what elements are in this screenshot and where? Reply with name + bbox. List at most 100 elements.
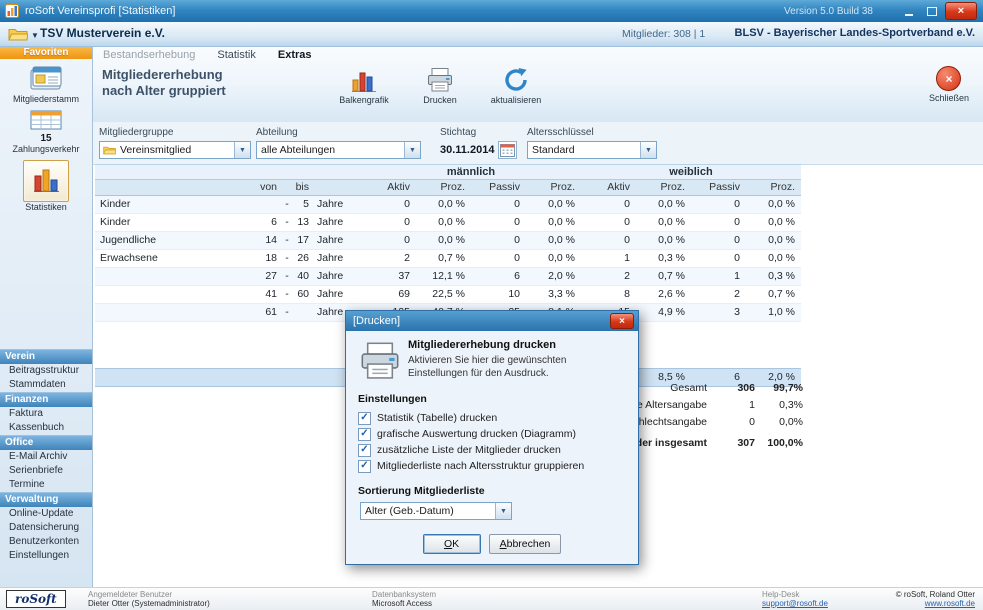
cell-value: 12,1 % xyxy=(416,268,471,285)
cell-value: 0 xyxy=(691,214,746,231)
footer: roSoft Angemeldeter Benutzer Dieter Otte… xyxy=(0,587,983,610)
table-row[interactable]: Kinder-5Jahre00,0 %00,0 %00,0 %00,0 % xyxy=(95,196,801,214)
sidebar-section-finanzen: Finanzen xyxy=(0,392,92,407)
toolbar-button-label: Balkengrafik xyxy=(339,95,389,105)
sidebar-item-online-update[interactable]: Online-Update xyxy=(0,507,92,521)
club-folder-dropdown[interactable]: ▼ xyxy=(8,27,39,44)
cell-group: Jugendliche xyxy=(95,232,255,249)
cancel-button[interactable]: Abbrechen xyxy=(489,534,562,554)
abteilung-dropdown[interactable]: alle Abteilungen ▼ xyxy=(256,141,421,159)
checkbox-label: Mitgliederliste nach Altersstruktur grup… xyxy=(377,460,584,472)
cell-value: 0,7 % xyxy=(636,268,691,285)
rosoft-logo: roSoft xyxy=(6,590,66,608)
cell-value: 4,9 % xyxy=(636,304,691,321)
sidebar-item-faktura[interactable]: Faktura xyxy=(0,407,92,421)
cell-unit: Jahre xyxy=(315,250,361,267)
bar-chart-icon xyxy=(350,66,378,93)
cell-bis: 17 xyxy=(291,232,315,249)
footer-user-value: Dieter Otter (Systemadministrator) xyxy=(88,599,210,608)
sidebar-item-einstellungen[interactable]: Einstellungen xyxy=(0,549,92,563)
sidebar-item-e-mail-archiv[interactable]: E-Mail Archiv xyxy=(0,450,92,464)
window-close-button[interactable]: × xyxy=(945,2,977,20)
checkbox-icon[interactable]: ✓ xyxy=(358,428,371,441)
summary-value: 307 xyxy=(707,435,755,452)
cell-value: 0,3 % xyxy=(746,268,801,285)
filter-stichtag: Stichtag 30.11.2014 xyxy=(440,127,526,159)
cell-von: 18 xyxy=(255,250,283,267)
sidebar-item-zahlungsverkehr[interactable]: 15Zahlungsverkehr xyxy=(0,110,92,160)
page-title-line2: nach Alter gruppiert xyxy=(102,83,226,99)
toolbar-button-balkengrafik[interactable]: Balkengrafik xyxy=(333,66,395,105)
table-row[interactable]: 27-40Jahre3712,1 %62,0 %20,7 %10,3 % xyxy=(95,268,801,286)
menu-statistik[interactable]: Statistik xyxy=(217,49,256,61)
cell-value: 0 xyxy=(471,232,526,249)
toolbar-button-aktualisieren[interactable]: aktualisieren xyxy=(485,66,547,105)
cell-value: 0 xyxy=(581,232,636,249)
cell-value: 0,0 % xyxy=(416,232,471,249)
table-row[interactable]: 41-60Jahre6922,5 %103,3 %82,6 %20,7 % xyxy=(95,286,801,304)
checkbox-grafische-auswertung-drucken-diagramm[interactable]: ✓grafische Auswertung drucken (Diagramm) xyxy=(358,426,626,442)
menu-extras[interactable]: Extras xyxy=(278,49,312,61)
sort-dropdown[interactable]: Alter (Geb.-Datum) ▼ xyxy=(360,502,512,520)
cell-value: 0 xyxy=(471,196,526,213)
checkbox-mitgliederliste-nach-altersstruktur-gruppieren[interactable]: ✓ Mitgliederliste nach Altersstruktur gru… xyxy=(358,458,626,474)
close-view-button[interactable]: × Schließen xyxy=(929,66,969,103)
cell-value: 0 xyxy=(691,196,746,213)
cell-group xyxy=(95,286,255,303)
checkbox-zusaetzliche-liste-der-mitglieder-drucken[interactable]: ✓zusätzliche Liste der Mitglieder drucke… xyxy=(358,442,626,458)
dialog-body: Mitgliedererhebung drucken Aktivieren Si… xyxy=(346,331,638,564)
ok-button[interactable]: OK xyxy=(423,534,481,554)
cell-bis: 5 xyxy=(291,196,315,213)
dialog-heading: Mitgliedererhebung drucken xyxy=(408,339,628,351)
cell-unit: Jahre xyxy=(315,214,361,231)
mitgliedergruppe-dropdown[interactable]: Vereinsmitglied ▼ xyxy=(99,141,251,159)
maximize-button[interactable] xyxy=(922,4,942,19)
sidebar-item-datensicherung[interactable]: Datensicherung xyxy=(0,521,92,535)
chevron-down-icon[interactable]: ▼ xyxy=(404,142,420,158)
count-badge: 15 xyxy=(0,133,92,144)
sidebar-item-benutzerkonten[interactable]: Benutzerkonten xyxy=(0,535,92,549)
cell-value: 0,0 % xyxy=(416,214,471,231)
appbar: ▼ TSV Musterverein e.V. Mitglieder: 308 … xyxy=(0,22,983,47)
cell-bis: 40 xyxy=(291,268,315,285)
sidebar-item-termine[interactable]: Termine xyxy=(0,478,92,492)
printer-icon xyxy=(426,66,454,93)
checkbox-icon[interactable]: ✓ xyxy=(358,444,371,457)
chevron-down-icon[interactable]: ▼ xyxy=(234,142,250,158)
sidebar-item-kassenbuch[interactable]: Kassenbuch xyxy=(0,421,92,435)
cell-unit: Jahre xyxy=(315,286,361,303)
page-title: Mitgliedererhebung nach Alter gruppiert xyxy=(102,67,226,99)
cell-von: 6 xyxy=(255,214,283,231)
table-row[interactable]: Jugendliche14-17Jahre00,0 %00,0 %00,0 %0… xyxy=(95,232,801,250)
chevron-down-icon[interactable]: ▼ xyxy=(640,142,656,158)
altersschluessel-dropdown[interactable]: Standard ▼ xyxy=(527,141,657,159)
calendar-icon[interactable] xyxy=(498,141,517,159)
menu-bestandserhebung[interactable]: Bestandserhebung xyxy=(103,49,195,61)
support-email-link[interactable]: support@rosoft.de xyxy=(762,599,828,608)
sidebar-item-mitgliederstamm[interactable]: Mitgliederstamm xyxy=(0,64,92,110)
col-header: Proz. xyxy=(636,180,691,195)
footer-user-label: Angemeldeter Benutzer xyxy=(88,590,210,599)
sidebar-item-serienbriefe[interactable]: Serienbriefe xyxy=(0,464,92,478)
col-bis: bis xyxy=(291,180,315,195)
sidebar-item-statistiken[interactable]: Statistiken xyxy=(0,160,92,216)
table-row[interactable]: Kinder6-13Jahre00,0 %00,0 %00,0 %00,0 % xyxy=(95,214,801,232)
cell-value: 3,3 % xyxy=(526,286,581,303)
sidebar-item-beitragsstruktur[interactable]: Beitragsstruktur xyxy=(0,364,92,378)
toolbar-button-drucken[interactable]: Drucken xyxy=(409,66,471,105)
summary-percent: 100,0% xyxy=(755,435,803,452)
checkbox-icon[interactable]: ✓ xyxy=(358,460,371,473)
cell-value: 2 xyxy=(581,268,636,285)
cell-value: 1 xyxy=(581,250,636,267)
checkbox-statistik-tabelle-drucken[interactable]: ✓Statistik (Tabelle) drucken xyxy=(358,410,626,426)
dialog-close-button[interactable]: × xyxy=(610,313,634,329)
minimize-button[interactable] xyxy=(899,4,919,19)
checkbox-icon[interactable]: ✓ xyxy=(358,412,371,425)
sidebar-item-label: Mitgliederstamm xyxy=(0,94,92,105)
table-row[interactable]: Erwachsene18-26Jahre20,7 %00,0 %10,3 %00… xyxy=(95,250,801,268)
chevron-down-icon[interactable]: ▼ xyxy=(495,503,511,519)
stichtag-date-value[interactable]: 30.11.2014 xyxy=(440,144,494,156)
website-link[interactable]: www.rosoft.de xyxy=(896,599,975,608)
sidebar-item-stammdaten[interactable]: Stammdaten xyxy=(0,378,92,392)
menubar: Bestandserhebung Statistik Extras xyxy=(93,46,983,64)
